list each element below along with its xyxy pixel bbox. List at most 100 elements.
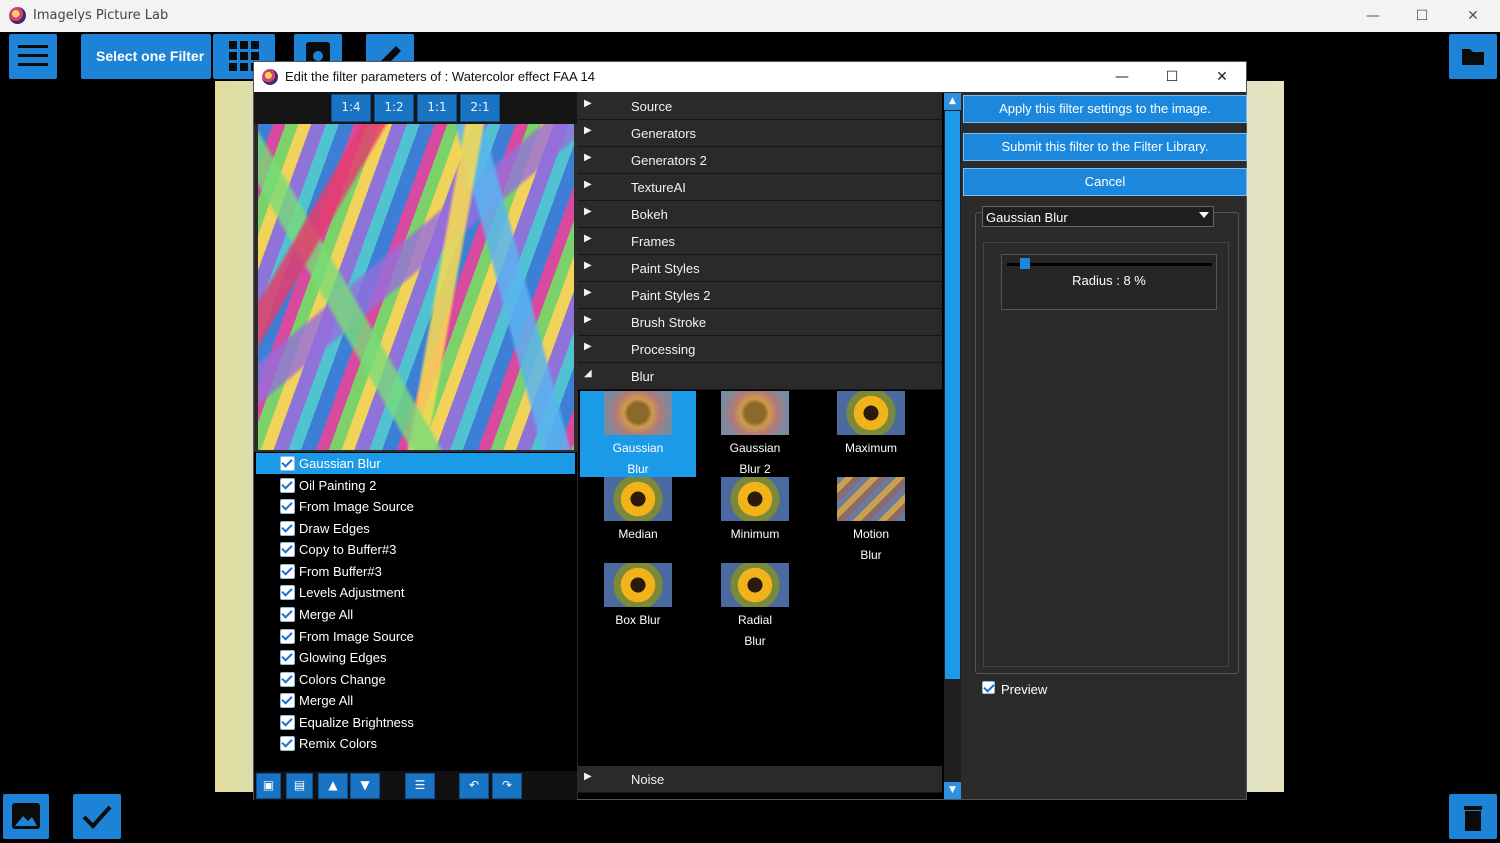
expand-arrow-icon: ▶ (584, 341, 592, 352)
category-processing[interactable]: ▶ Processing (578, 336, 942, 363)
select-filter-button[interactable]: Select one Filter (81, 34, 211, 79)
filter-thumb-gaussian-blur-2[interactable]: Gaussian Blur 2 (697, 391, 813, 477)
layer-checkbox[interactable] (280, 542, 295, 557)
filter-preview-thumb (721, 563, 789, 607)
zoom-1-4-button[interactable]: 1:4 (331, 94, 371, 122)
chevron-down-icon (1199, 212, 1209, 218)
layer-item[interactable]: From Buffer#3 (256, 561, 575, 582)
category-blur[interactable]: ◢ Blur (578, 363, 942, 390)
layer-checkbox[interactable] (280, 736, 295, 751)
category-noise[interactable]: ▶ Noise (578, 766, 942, 793)
layer-checkbox[interactable] (280, 715, 295, 730)
layer-checkbox[interactable] (280, 693, 295, 708)
submit-filter-button[interactable]: Submit this filter to the Filter Library… (963, 133, 1247, 161)
filter-preview-thumb (604, 391, 672, 435)
cancel-button[interactable]: Cancel (963, 168, 1247, 196)
arrow-down-icon: ▼ (360, 778, 370, 792)
category-textureai[interactable]: ▶ TextureAI (578, 174, 942, 201)
save-icon: ▣ (262, 778, 275, 792)
filter-thumb-minimum[interactable]: Minimum (697, 477, 813, 563)
app-title-bar: Imagelys Picture Lab — ☐ ✕ (0, 0, 1500, 32)
dialog-minimize-button[interactable]: — (1107, 67, 1137, 87)
apply-filter-button[interactable]: Apply this filter settings to the image. (963, 95, 1247, 123)
layer-item[interactable]: Colors Change (256, 669, 575, 690)
layer-checkbox[interactable] (280, 499, 295, 514)
expand-arrow-icon: ▶ (584, 233, 592, 244)
trash-icon: ▤ (293, 778, 306, 792)
layer-item[interactable]: Glowing Edges (256, 647, 575, 668)
filter-preview-thumb (837, 477, 905, 521)
category-generators-2[interactable]: ▶ Generators 2 (578, 147, 942, 174)
delete-layer-button[interactable]: ▤ (286, 773, 313, 799)
window-maximize-button[interactable]: ☐ (1407, 6, 1437, 26)
image-icon (12, 803, 40, 829)
layer-checkbox[interactable] (280, 478, 295, 493)
expand-arrow-icon: ▶ (584, 179, 592, 190)
filter-thumb-maximum[interactable]: Maximum (813, 391, 929, 477)
layer-checkbox[interactable] (280, 585, 295, 600)
trash-icon (1464, 806, 1482, 831)
confirm-button[interactable] (73, 794, 121, 839)
move-layer-down-button[interactable]: ▼ (350, 773, 380, 799)
filter-type-select[interactable]: Gaussian Blur (982, 206, 1214, 227)
layer-item[interactable]: Merge All (256, 604, 575, 625)
category-generators[interactable]: ▶ Generators (578, 120, 942, 147)
radius-slider-track[interactable] (1007, 263, 1212, 266)
category-paint-styles-2[interactable]: ▶ Paint Styles 2 (578, 282, 942, 309)
layer-item[interactable]: From Image Source (256, 496, 575, 517)
category-frames[interactable]: ▶ Frames (578, 228, 942, 255)
zoom-2-1-button[interactable]: 2:1 (460, 94, 500, 122)
category-brush-stroke[interactable]: ▶ Brush Stroke (578, 309, 942, 336)
zoom-1-1-button[interactable]: 1:1 (417, 94, 457, 122)
filter-thumb-radial-blur[interactable]: Radial Blur (697, 563, 813, 649)
dialog-close-button[interactable]: ✕ (1207, 67, 1237, 87)
filter-preview-thumb (604, 477, 672, 521)
delete-button[interactable] (1449, 794, 1497, 839)
layer-item[interactable]: From Image Source (256, 626, 575, 647)
undo-button[interactable]: ↶ (459, 773, 489, 799)
radius-slider-thumb[interactable] (1020, 258, 1030, 269)
checkmark-icon (82, 805, 112, 829)
layer-checkbox[interactable] (280, 650, 295, 665)
scroll-up-button[interactable]: ▲ (944, 93, 961, 110)
filter-thumb-gaussian-blur[interactable]: Gaussian Blur (580, 391, 696, 477)
layer-item[interactable]: Copy to Buffer#3 (256, 539, 575, 560)
dialog-maximize-button[interactable]: ☐ (1157, 67, 1187, 87)
list-icon: ☰ (414, 778, 426, 792)
scroll-down-button[interactable]: ▼ (944, 782, 961, 799)
open-folder-button[interactable] (1449, 34, 1497, 79)
move-layer-up-button[interactable]: ▲ (318, 773, 348, 799)
layer-checkbox[interactable] (280, 672, 295, 687)
category-bokeh[interactable]: ▶ Bokeh (578, 201, 942, 228)
image-button[interactable] (3, 794, 49, 839)
category-paint-styles[interactable]: ▶ Paint Styles (578, 255, 942, 282)
layer-item[interactable]: Merge All (256, 690, 575, 711)
layer-checkbox[interactable] (280, 521, 295, 536)
layer-checkbox[interactable] (280, 607, 295, 622)
layer-list-button[interactable]: ☰ (405, 773, 435, 799)
zoom-1-2-button[interactable]: 1:2 (374, 94, 414, 122)
layer-item[interactable]: Gaussian Blur (256, 453, 575, 474)
preview-label: Preview (1001, 682, 1048, 697)
preview-checkbox[interactable] (982, 681, 995, 694)
layer-item[interactable]: Oil Painting 2 (256, 475, 575, 496)
window-minimize-button[interactable]: — (1358, 6, 1388, 26)
redo-button[interactable]: ↷ (492, 773, 522, 799)
filter-thumb-median[interactable]: Median (580, 477, 696, 563)
layer-checkbox[interactable] (280, 629, 295, 644)
layer-item[interactable]: Remix Colors (256, 733, 575, 754)
layer-checkbox[interactable] (280, 456, 295, 471)
filter-thumb-box-blur[interactable]: Box Blur (580, 563, 696, 649)
layer-item[interactable]: Levels Adjustment (256, 582, 575, 603)
save-layer-button[interactable]: ▣ (256, 773, 281, 799)
folder-icon (1462, 49, 1484, 65)
category-source[interactable]: ▶ Source (578, 93, 942, 120)
layer-item[interactable]: Equalize Brightness (256, 712, 575, 733)
layer-item[interactable]: Draw Edges (256, 518, 575, 539)
layer-checkbox[interactable] (280, 564, 295, 579)
arrow-up-icon: ▲ (328, 778, 338, 792)
scrollbar-thumb[interactable] (945, 111, 960, 679)
filter-thumb-motion-blur[interactable]: Motion Blur (813, 477, 929, 563)
hamburger-menu-button[interactable] (9, 34, 57, 79)
window-close-button[interactable]: ✕ (1458, 6, 1488, 26)
